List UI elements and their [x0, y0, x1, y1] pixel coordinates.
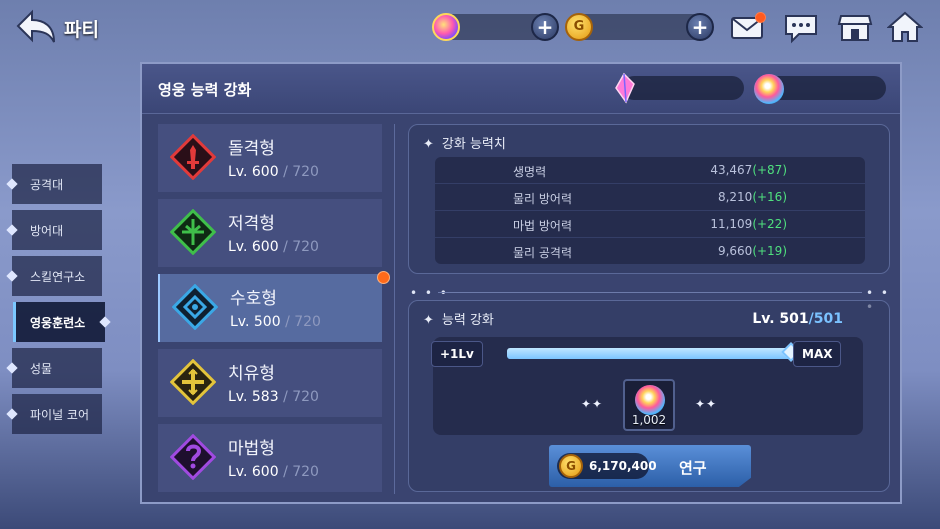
class-item-mage[interactable]: 마법형 Lv. 600 / 720 — [158, 424, 382, 492]
divider — [394, 124, 395, 494]
level-slider-fill — [507, 348, 791, 359]
panel-title: 영웅 능력 강화 — [158, 81, 252, 99]
cost-display: G 6,170,400 — [557, 453, 657, 479]
diamond-icon — [6, 408, 18, 420]
sidebar-item-label: 공격대 — [30, 177, 64, 192]
shield-icon — [172, 284, 218, 330]
crosshair-icon — [170, 209, 216, 255]
sidebar-item-hero-training[interactable]: 영웅훈련소 — [13, 302, 111, 342]
stat-row: 생명력 43,467(+87) — [435, 157, 865, 183]
stat-name: 물리 공격력 — [513, 246, 573, 260]
sidebar-item-label: 성물 — [30, 361, 53, 376]
diamond-icon — [99, 316, 111, 328]
sword-icon — [170, 134, 216, 180]
stat-row: 물리 방어력 8,210(+16) — [435, 184, 865, 210]
stat-value: 8,210(+16) — [717, 190, 787, 204]
sidebar-item-label: 파이널 코어 — [30, 407, 90, 422]
class-item-healer[interactable]: 치유형 Lv. 583 / 720 — [158, 349, 382, 417]
sidebar-item-skill-lab[interactable]: 스킬연구소 — [6, 256, 102, 296]
stat-name: 물리 방어력 — [513, 192, 573, 206]
class-level: Lv. 600 / 720 — [228, 164, 319, 180]
class-level: Lv. 600 / 720 — [228, 464, 319, 480]
stat-value: 11,109(+22) — [710, 217, 787, 231]
research-label: 연구 — [679, 459, 707, 477]
sidebar-item-relic[interactable]: 성물 — [6, 348, 102, 388]
crystal-currency-bar — [622, 76, 744, 100]
cross-icon — [170, 359, 216, 405]
class-item-guardian[interactable]: 수호형 Lv. 500 / 720 — [158, 271, 390, 342]
plus-one-level-button[interactable]: +1Lv — [431, 341, 483, 367]
sidebar-item-label: 방어대 — [30, 223, 64, 238]
separator-dots-left: • • • — [410, 286, 449, 300]
star-icon: ✦ — [423, 313, 434, 328]
stats-table: 생명력 43,467(+87) 물리 방어력 8,210(+16) 마법 방어력… — [435, 157, 865, 265]
stat-value: 9,660(+19) — [717, 244, 787, 258]
sidebar-item-label: 영웅훈련소 — [30, 315, 86, 330]
top-bar: 파티 + G + — [0, 0, 940, 56]
diamond-icon — [6, 178, 18, 190]
diamond-icon — [6, 270, 18, 282]
sidebar: 공격대 방어대 스킬연구소 영웅훈련소 성물 파이널 코어 — [0, 164, 111, 440]
sparkle-right: ✦✦ — [695, 397, 718, 411]
upgrade-title: ✦ 능력 강화 — [423, 313, 494, 328]
stat-row: 물리 공격력 9,660(+19) — [435, 238, 865, 264]
page-title: 파티 — [64, 19, 99, 41]
class-item-assault[interactable]: 돌격형 Lv. 600 / 720 — [158, 124, 382, 192]
gold-coin-icon: G — [559, 454, 583, 478]
sidebar-item-defense-team[interactable]: 방어대 — [6, 210, 102, 250]
class-list: 돌격형 Lv. 600 / 720 저격형 Lv. 600 / 720 수호형 … — [158, 124, 390, 499]
class-name: 수호형 — [230, 289, 277, 309]
class-name: 마법형 — [228, 439, 275, 459]
class-level: Lv. 583 / 720 — [228, 389, 319, 405]
gem-icon — [432, 13, 460, 41]
sparkle-left: ✦✦ — [581, 397, 604, 411]
diamond-icon — [6, 362, 18, 374]
class-name: 치유형 — [228, 364, 275, 384]
mail-notification-dot — [755, 12, 766, 23]
sidebar-item-label: 스킬연구소 — [30, 269, 86, 284]
material-slot[interactable]: 1,002 — [623, 379, 675, 431]
upgrade-level: Lv. 501/501 — [752, 311, 843, 327]
stats-title: ✦ 강화 능력치 — [423, 137, 506, 152]
class-item-sniper[interactable]: 저격형 Lv. 600 / 720 — [158, 199, 382, 267]
magic-icon — [170, 434, 216, 480]
class-name: 돌격형 — [228, 139, 275, 159]
class-level: Lv. 500 / 720 — [230, 314, 321, 330]
orb-icon — [754, 74, 784, 104]
hero-upgrade-panel: 영웅 능력 강화 돌격형 Lv. 600 / 720 저격형 Lv. 600 /… — [140, 62, 902, 504]
class-level: Lv. 600 / 720 — [228, 239, 319, 255]
diamond-icon — [6, 224, 18, 236]
sidebar-item-attack-team[interactable]: 공격대 — [6, 164, 102, 204]
shop-icon[interactable] — [837, 10, 873, 44]
stats-section: ✦ 강화 능력치 생명력 43,467(+87) 물리 방어력 8,210(+16… — [408, 124, 890, 274]
add-gem-button[interactable]: + — [531, 13, 559, 41]
upgrade-section: ✦ 능력 강화 Lv. 501/501 +1Lv MAX ✦✦ 1,002 ✦✦ … — [408, 300, 890, 492]
max-level-button[interactable]: MAX — [793, 341, 842, 367]
sidebar-item-final-core[interactable]: 파이널 코어 — [6, 394, 102, 434]
material-count: 1,002 — [631, 413, 667, 427]
chat-icon[interactable] — [783, 10, 819, 44]
class-name: 저격형 — [228, 214, 275, 234]
level-slider-area: +1Lv MAX ✦✦ 1,002 ✦✦ — [431, 337, 863, 435]
stat-row: 마법 방어력 11,109(+22) — [435, 211, 865, 237]
back-arrow-icon[interactable] — [14, 8, 58, 48]
separator-line — [438, 292, 862, 293]
panel-header: 영웅 능력 강화 — [142, 64, 900, 114]
add-gold-button[interactable]: + — [686, 13, 714, 41]
gold-coin-icon: G — [565, 13, 593, 41]
home-icon[interactable] — [887, 10, 923, 44]
orb-material-icon — [635, 385, 665, 415]
cost-value: 6,170,400 — [589, 459, 657, 473]
level-slider[interactable] — [507, 342, 801, 362]
star-icon: ✦ — [423, 137, 434, 152]
stat-name: 생명력 — [513, 165, 547, 179]
stat-name: 마법 방어력 — [513, 219, 573, 233]
research-button[interactable]: G 6,170,400 연구 — [549, 445, 751, 487]
crystal-icon — [615, 72, 635, 104]
notification-badge — [377, 271, 390, 284]
stat-value: 43,467(+87) — [710, 163, 787, 177]
